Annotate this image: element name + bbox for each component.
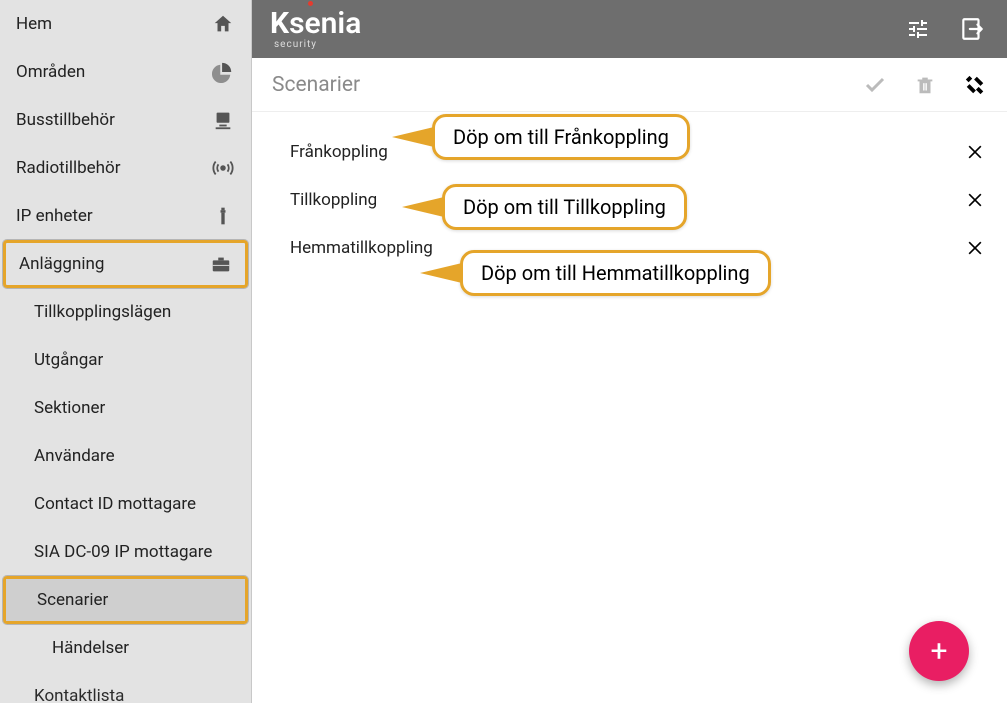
scenario-row[interactable]: Hemmatillkoppling xyxy=(272,224,991,272)
sidebar-sub-label: SIA DC-09 IP mottagare xyxy=(34,542,212,562)
sidebar-label: IP enheter xyxy=(16,206,93,226)
sidebar-group-label: Anläggning xyxy=(19,254,104,274)
plus-icon: + xyxy=(930,634,947,669)
sidebar-sub-highlight: Scenarier xyxy=(3,576,248,624)
home-icon xyxy=(211,12,235,36)
trash-icon[interactable] xyxy=(913,73,937,97)
sidebar-sub-tillkopplingslagen[interactable]: Tillkopplingslägen xyxy=(0,288,251,336)
scenario-label: Hemmatillkoppling xyxy=(290,238,433,258)
pie-icon xyxy=(211,60,235,84)
sidebar-sub-label: Contact ID mottagare xyxy=(34,494,196,514)
sidebar-label: Områden xyxy=(16,62,85,82)
sidebar-sub-label: Scenarier xyxy=(37,590,108,610)
flashlight-icon xyxy=(211,204,235,228)
tools-icon[interactable] xyxy=(963,73,987,97)
sidebar-sub-label: Tillkopplingslägen xyxy=(34,302,171,322)
subheader-actions xyxy=(863,73,987,97)
sidebar-label: Busstillbehör xyxy=(16,110,115,130)
delete-row-icon[interactable] xyxy=(963,140,987,164)
scenario-label: Frånkoppling xyxy=(290,142,388,162)
scenario-row[interactable]: Tillkoppling xyxy=(272,176,991,224)
logo-text: Ksenia xyxy=(270,9,361,39)
content: Frånkoppling Tillkoppling Hemmatillkoppl… xyxy=(252,112,1007,703)
check-icon[interactable] xyxy=(863,73,887,97)
topbar: Ksenia security xyxy=(252,0,1007,58)
delete-row-icon[interactable] xyxy=(963,236,987,260)
sidebar-item-areas[interactable]: Områden xyxy=(0,48,251,96)
sidebar-item-radio[interactable]: Radiotillbehör xyxy=(0,144,251,192)
sidebar-sub-label: Händelser xyxy=(52,638,129,658)
sidebar-sub-label: Sektioner xyxy=(34,398,105,418)
sidebar-sub-contactid[interactable]: Contact ID mottagare xyxy=(0,480,251,528)
dock-icon xyxy=(211,108,235,132)
sidebar-item-home[interactable]: Hem xyxy=(0,0,251,48)
sidebar-sub-anvandare[interactable]: Användare xyxy=(0,432,251,480)
briefcase-icon xyxy=(210,253,232,275)
tune-icon[interactable] xyxy=(905,16,931,42)
signal-icon xyxy=(211,156,235,180)
sidebar: Hem Områden Busstillbehör Radiotillbehör xyxy=(0,0,252,703)
sidebar-sub-scenarier[interactable]: Scenarier xyxy=(6,579,245,621)
sidebar-label: Radiotillbehör xyxy=(16,158,120,178)
exit-icon[interactable] xyxy=(959,16,985,42)
sidebar-group-anlaggning[interactable]: Anläggning xyxy=(6,243,245,285)
sidebar-sub-sektioner[interactable]: Sektioner xyxy=(0,384,251,432)
sidebar-sub-siadc09[interactable]: SIA DC-09 IP mottagare xyxy=(0,528,251,576)
sidebar-item-bus[interactable]: Busstillbehör xyxy=(0,96,251,144)
sidebar-sub-kontaktlista[interactable]: Kontaktlista xyxy=(0,672,251,703)
sidebar-item-ip[interactable]: IP enheter xyxy=(0,192,251,240)
sidebar-sub-label: Utgångar xyxy=(34,350,103,370)
sidebar-sub-handelser[interactable]: Händelser xyxy=(0,624,251,672)
topbar-actions xyxy=(905,16,985,42)
scenario-row[interactable]: Frånkoppling xyxy=(272,128,991,176)
main: Ksenia security Scenarier xyxy=(252,0,1007,703)
add-button[interactable]: + xyxy=(909,621,969,681)
delete-row-icon[interactable] xyxy=(963,188,987,212)
sidebar-label: Hem xyxy=(16,14,52,34)
subheader: Scenarier xyxy=(252,58,1007,112)
sidebar-sub-label: Kontaktlista xyxy=(34,686,124,703)
scenario-label: Tillkoppling xyxy=(290,190,377,210)
sidebar-sub-label: Användare xyxy=(34,446,115,466)
page-title: Scenarier xyxy=(272,73,360,97)
logo: Ksenia security xyxy=(270,9,361,50)
sidebar-sub-utgangar[interactable]: Utgångar xyxy=(0,336,251,384)
sidebar-group-highlight: Anläggning xyxy=(3,240,248,288)
